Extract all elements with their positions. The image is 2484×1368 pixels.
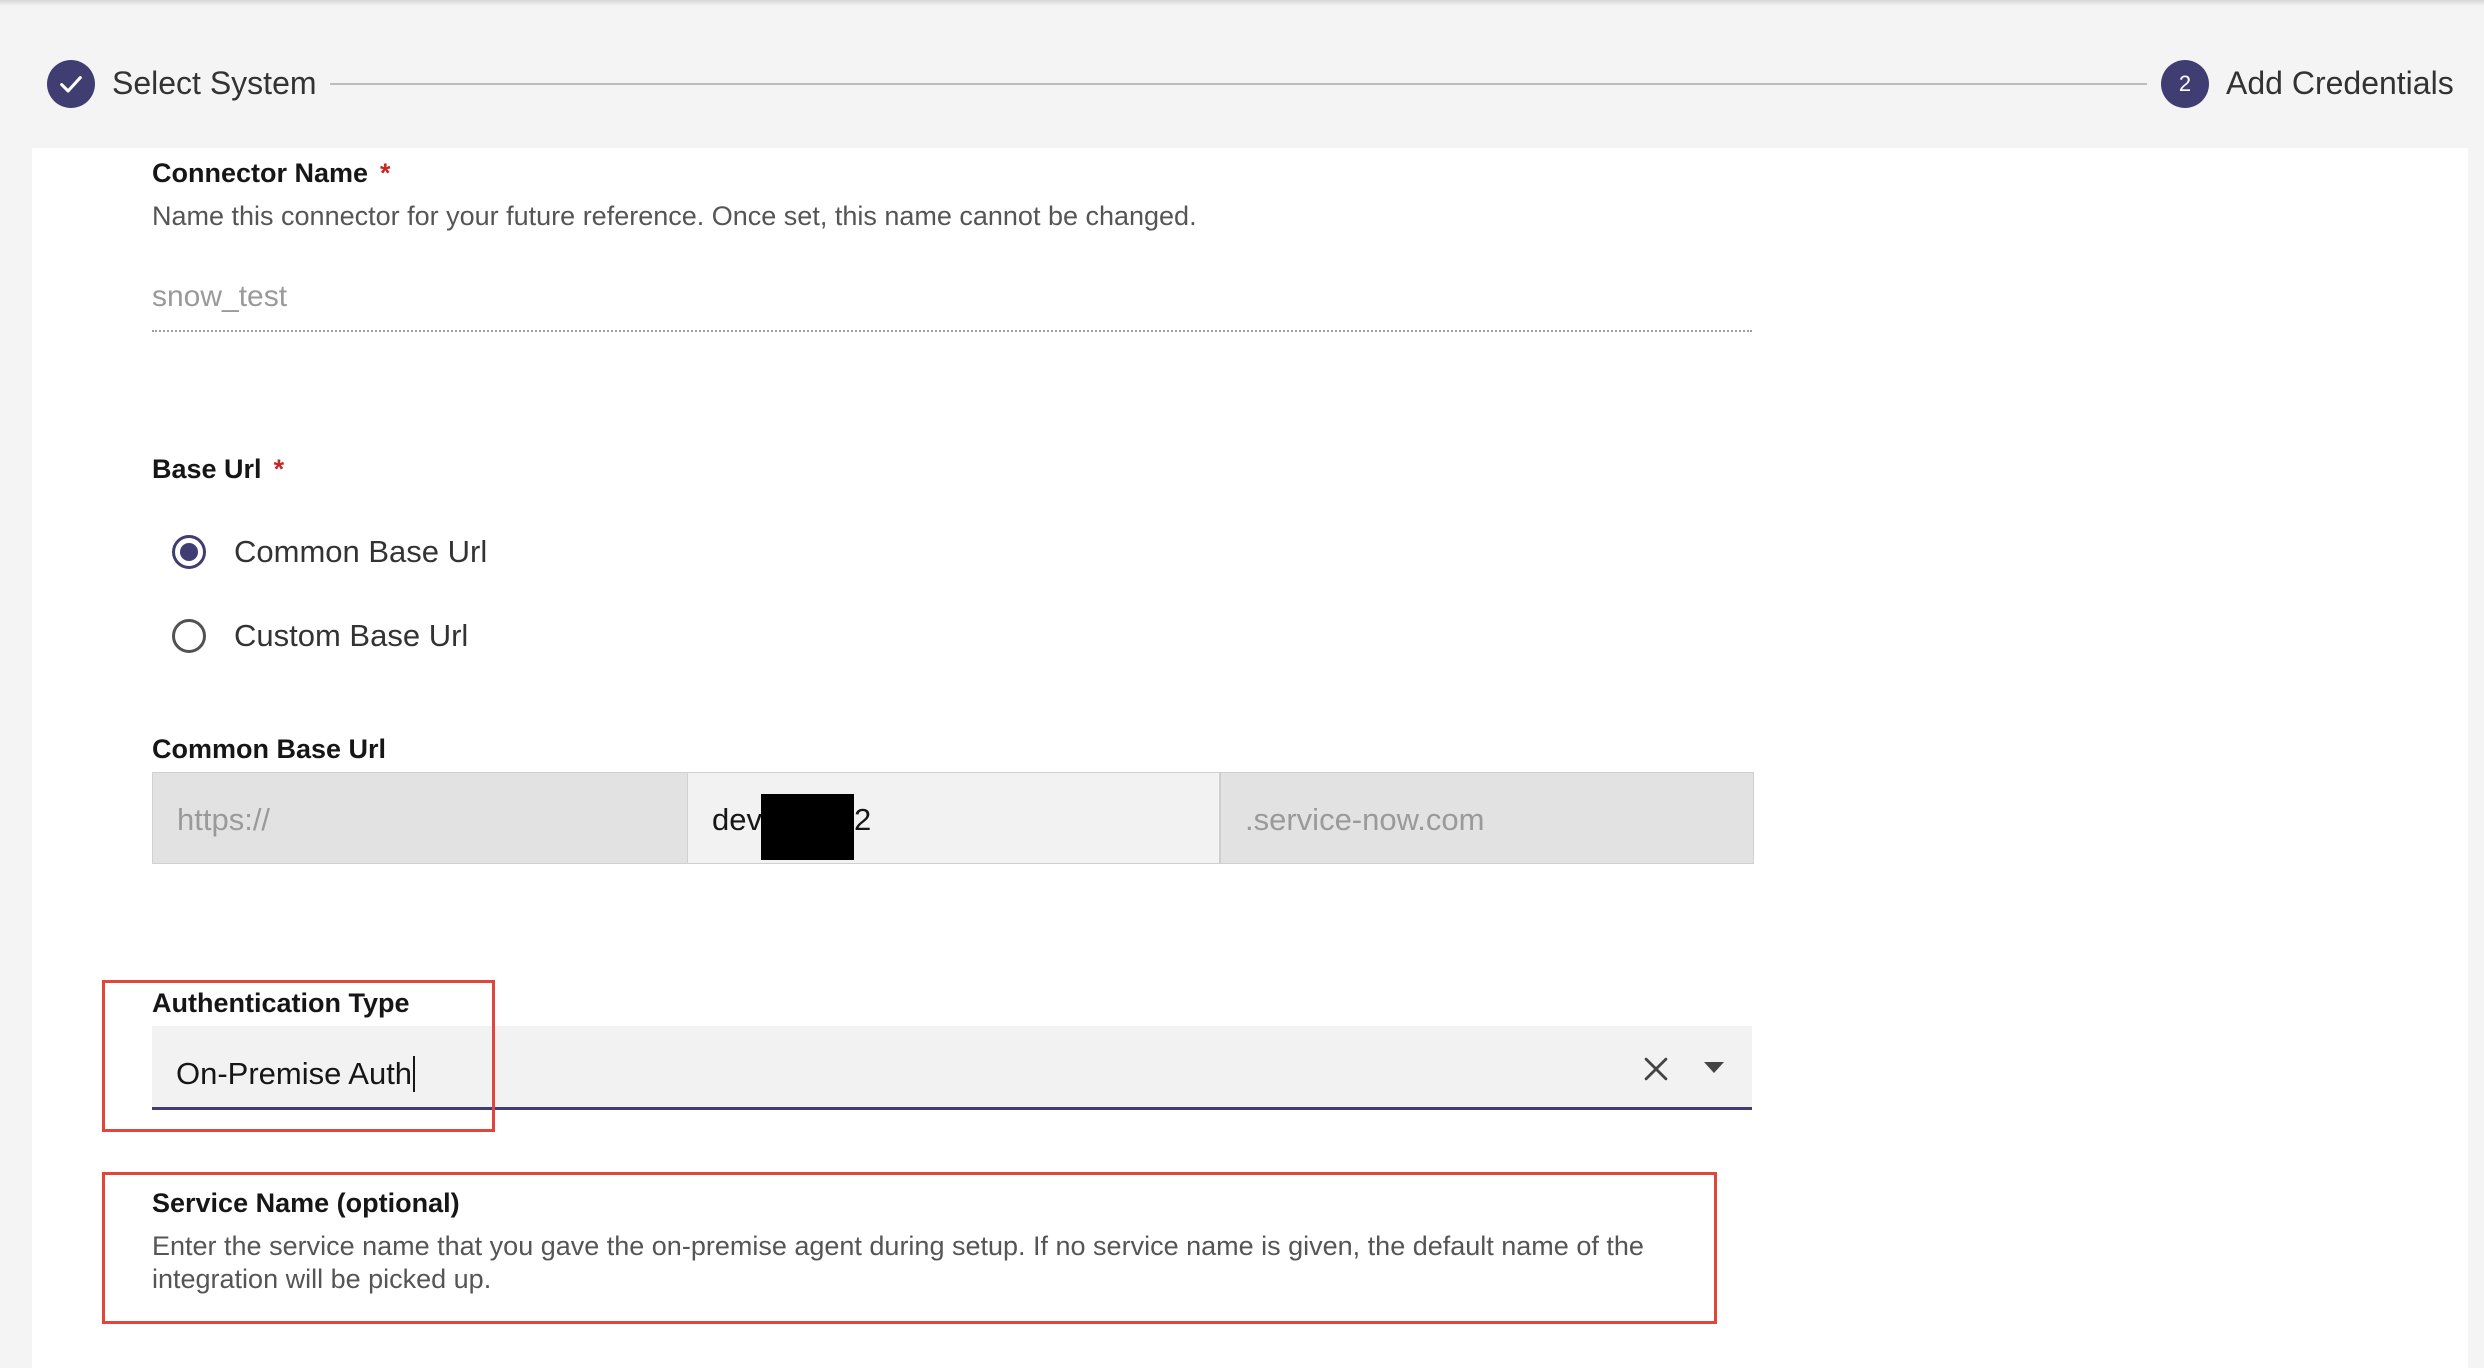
required-asterisk: * (380, 158, 391, 188)
step-connector-line (330, 83, 2147, 85)
url-suffix-field: .service-now.com (1221, 773, 1753, 863)
base-url-label-text: Base Url (152, 454, 262, 484)
checkmark-icon (60, 76, 82, 93)
required-asterisk: * (273, 454, 285, 484)
step-complete-indicator[interactable] (47, 60, 95, 108)
instance-name-input[interactable]: dev 2 (687, 773, 1221, 863)
top-shadow (0, 0, 2484, 6)
radio-label-common[interactable]: Common Base Url (234, 534, 487, 570)
instance-name-start: dev (712, 802, 762, 837)
chevron-down-icon[interactable] (1702, 1060, 1726, 1076)
step-label-add-credentials: Add Credentials (2226, 65, 2454, 101)
radio-unselected-icon[interactable] (172, 619, 206, 653)
step-number-badge: 2 (2161, 60, 2209, 108)
highlight-authentication-type (102, 980, 495, 1132)
connector-name-value: snow_test (152, 280, 288, 313)
highlight-service-name (102, 1172, 1717, 1324)
instance-name-end: 2 (854, 802, 872, 837)
common-base-url-label: Common Base Url (152, 734, 387, 764)
connector-name-label: Connector Name * (152, 158, 391, 189)
radio-selected-icon[interactable] (172, 535, 206, 569)
step-label-select-system[interactable]: Select System (112, 65, 317, 102)
radio-option-common-base-url[interactable]: Common Base Url (172, 530, 487, 574)
connector-name-helper: Name this connector for your future refe… (152, 201, 1197, 231)
connector-name-input[interactable]: snow_test (152, 272, 1752, 332)
url-prefix-text: https:// (177, 802, 271, 837)
url-prefix-field: https:// (153, 773, 687, 863)
radio-option-custom-base-url[interactable]: Custom Base Url (172, 614, 468, 658)
redaction-box (761, 794, 854, 860)
url-suffix-text: .service-now.com (1245, 802, 1485, 837)
progress-stepper: Select System 2 Add Credentials (0, 55, 2484, 115)
connector-name-label-text: Connector Name (152, 158, 369, 188)
base-url-label: Base Url * (152, 454, 284, 485)
clear-icon[interactable] (1639, 1052, 1673, 1086)
common-base-url-group: https:// dev 2 .service-now.com (152, 772, 1754, 864)
radio-label-custom[interactable]: Custom Base Url (234, 618, 468, 654)
